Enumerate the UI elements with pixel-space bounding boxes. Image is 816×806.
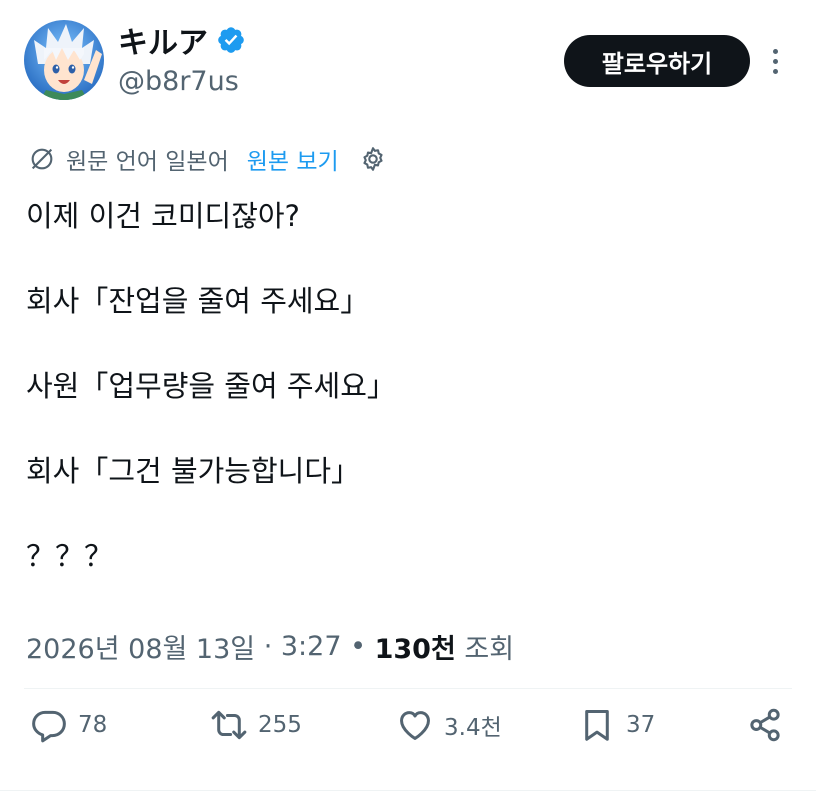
gear-icon[interactable] — [359, 145, 387, 173]
repost-button[interactable]: 255 — [210, 700, 302, 750]
views-count: 130천 — [374, 633, 456, 665]
heart-icon — [400, 711, 430, 740]
bookmark-button[interactable]: 37 — [578, 700, 655, 750]
reply-count: 78 — [78, 712, 108, 738]
verified-badge-icon — [218, 27, 244, 53]
meta-separator: · — [255, 630, 281, 662]
author-handle[interactable]: @b8r7us — [118, 66, 239, 97]
reply-button[interactable]: 78 — [30, 700, 107, 750]
tweet-line: 회사「그건 불가능합니다」 — [26, 454, 361, 488]
divider — [0, 790, 816, 791]
display-name[interactable]: キルア — [118, 18, 208, 62]
tweet-line: ？？？ — [26, 539, 114, 573]
tweet-text: 이제 이건 코미디잖아? 회사「잔업을 줄여 주세요」 사원「업무량을 줄여 주… — [26, 196, 786, 576]
views-label: 조회 — [455, 633, 515, 665]
repost-count: 255 — [258, 712, 302, 738]
author-name-row: キルア — [118, 18, 246, 62]
tweet-detail-page: キルア @b8r7us 팔로우하기 원문 언어 일본어 원본 보기 이제 이건 … — [0, 0, 816, 806]
tweet-time[interactable]: 3:27 — [281, 631, 342, 662]
divider — [24, 688, 792, 689]
more-options-button[interactable] — [762, 44, 788, 78]
like-button[interactable]: 3.4천 — [396, 700, 502, 750]
translation-row: 원문 언어 일본어 원본 보기 — [28, 141, 387, 177]
source-language-text: 원문 언어 일본어 — [66, 149, 229, 175]
share-button[interactable] — [746, 700, 784, 750]
follow-button[interactable]: 팔로우하기 — [564, 35, 750, 87]
share-icon — [750, 708, 780, 742]
anime-character-avatar-icon — [24, 20, 104, 100]
bookmark-icon — [585, 710, 609, 741]
translate-globe-icon — [31, 148, 53, 170]
more-dot-icon — [772, 48, 778, 54]
tweet-date[interactable]: 2026년 08월 13일 — [26, 627, 255, 666]
like-count: 3.4천 — [444, 715, 502, 741]
tweet-line: 사원「업무량을 줄여 주세요」 — [26, 369, 396, 403]
tweet-meta: 2026년 08월 13일 · 3:27 • 130천 조회 — [26, 626, 514, 666]
repost-icon — [211, 710, 247, 740]
action-bar: 78 255 3.4천 37 — [30, 700, 790, 750]
reply-icon — [32, 710, 66, 743]
more-dot-icon — [772, 58, 778, 64]
avatar[interactable] — [24, 20, 104, 100]
view-original-link[interactable]: 원본 보기 — [247, 142, 339, 176]
bookmark-count: 37 — [626, 712, 656, 738]
meta-bullet: • — [341, 630, 375, 662]
tweet-line: 이제 이건 코미디잖아? — [26, 199, 300, 233]
tweet-line: 회사「잔업을 줄여 주세요」 — [26, 284, 370, 318]
more-dot-icon — [772, 68, 778, 74]
